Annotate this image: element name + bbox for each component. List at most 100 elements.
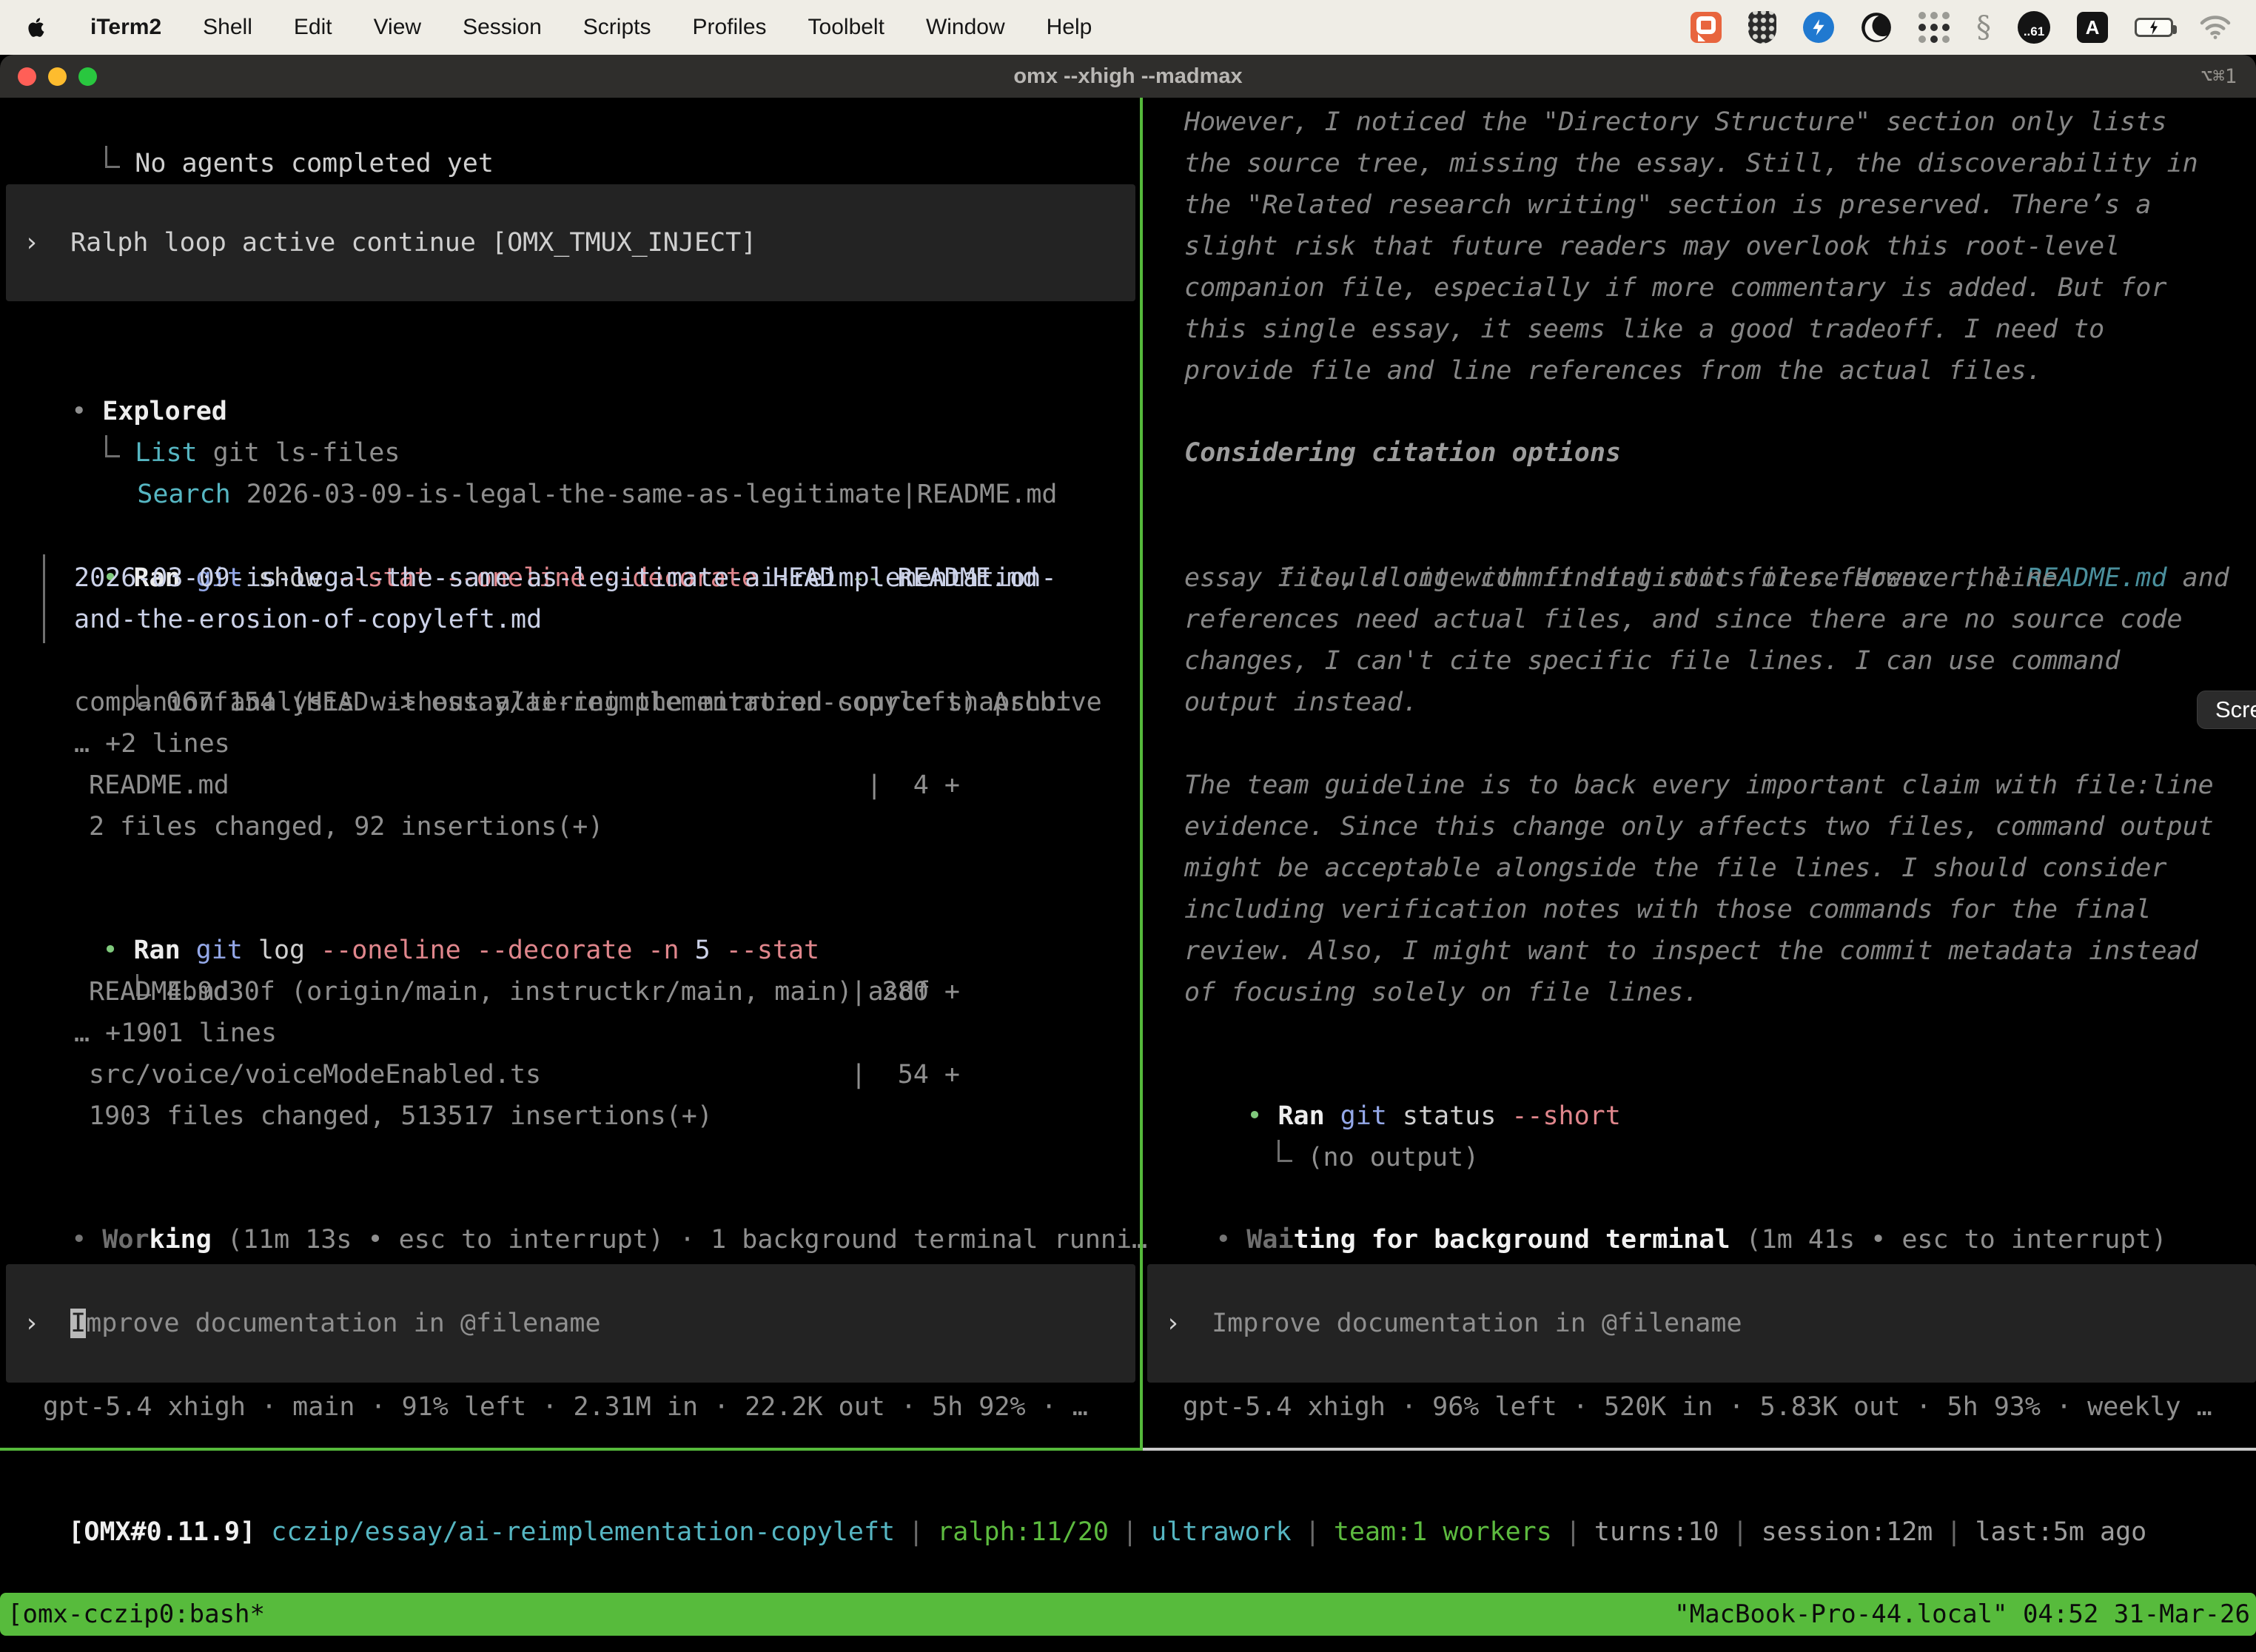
menu-bar-status-icons: § ..61 A	[1691, 10, 2231, 44]
prompt-chevron: ›	[1165, 1309, 1181, 1338]
git-log-summary: 1903 files changed, 513517 insertions(+)	[9, 1095, 1134, 1137]
thinking-text-line: this single essay, it seems like a good …	[1153, 309, 2256, 350]
text-cursor: I	[70, 1309, 86, 1338]
git-log-block: •Rangitlog--oneline--decorate-n5--stat 4…	[9, 888, 1134, 1137]
thinking-text-line: the "Related research writing" section i…	[1153, 184, 2256, 226]
tree-corner-icon	[1278, 1140, 1292, 1162]
git-show-summary: 2 files changed, 92 insertions(+)	[9, 806, 1134, 847]
window-title: omx --xhigh --madmax	[0, 64, 2256, 89]
thinking-text-line: the source tree, missing the essay. Stil…	[1153, 143, 2256, 184]
menu-item-view[interactable]: View	[374, 15, 421, 40]
pane-border-bottom-left	[0, 1448, 1143, 1451]
menu-item-scripts[interactable]: Scripts	[583, 15, 651, 40]
omx-mode: ultrawork	[1151, 1517, 1292, 1547]
thinking-text-line: companion file, especially if more comme…	[1153, 267, 2256, 309]
thinking-paragraph-2: I could cite commit statistics or refere…	[1153, 516, 2256, 723]
bullet-icon: •	[1215, 1219, 1246, 1260]
thinking-text-line: review. Also, I might want to inspect th…	[1153, 930, 2256, 972]
omx-last-activity: last:5m ago	[1975, 1517, 2146, 1547]
thinking-text-line: provide file and line references from th…	[1153, 350, 2256, 392]
thinking-paragraph-3: The team guideline is to back every impo…	[1153, 765, 2256, 1013]
no-agents-line: No agents completed yet	[43, 101, 494, 143]
window-title-bar: omx --xhigh --madmax ⌥⌘1	[0, 55, 2256, 98]
thinking-text-line: evidence. Since this change only affects…	[1153, 806, 2256, 847]
git-log-more-lines: … +1901 lines	[9, 1013, 1134, 1054]
explored-list-line: Listgit ls-files	[43, 391, 400, 432]
git-show-stat-row: README.md| 4 +	[9, 765, 960, 806]
thinking-text-line: The team guideline is to back every impo…	[1153, 765, 2256, 806]
shield-grid-icon[interactable]	[1748, 11, 1776, 44]
thinking-text-line: slight risk that future readers may over…	[1153, 226, 2256, 267]
left-model-status-line: gpt-5.4 xhigh · main · 91% left · 2.31M …	[43, 1386, 1088, 1428]
tree-guide-line	[43, 554, 45, 643]
prompt-chevron: ›	[24, 1309, 39, 1338]
explored-header: •Explored	[9, 349, 227, 391]
menu-item-shell[interactable]: Shell	[203, 15, 252, 40]
thinking-text-line: might be acceptable alongside the file l…	[1153, 847, 2256, 889]
apple-icon[interactable]	[25, 16, 49, 39]
chat-app-icon[interactable]	[1691, 12, 1722, 43]
battery-percent-badge-icon[interactable]: ..61	[2018, 11, 2050, 44]
git-show-output: 067f154 (HEAD -> essay/ai-reimplementati…	[9, 640, 1134, 682]
menu-bar: iTerm2 Shell Edit View Session Scripts P…	[0, 0, 2256, 55]
ralph-loop-text: Ralph loop active continue [OMX_TMUX_INJ…	[70, 228, 756, 258]
tmux-session-window[interactable]: [omx-cczip0:bash*	[7, 1599, 265, 1629]
thinking-text-line: I could cite commit statistics or refere…	[1153, 516, 2256, 557]
git-status-block: •Rangitstatus--short (no output)	[1153, 1054, 2256, 1137]
crescent-icon[interactable]	[1861, 12, 1892, 43]
wifi-icon[interactable]	[2200, 15, 2231, 40]
terminal-content: No agents completed yet › Ralph loop acti…	[0, 98, 2256, 1652]
thinking-text-line: references need actual files, and since …	[1153, 599, 2256, 640]
git-status-command: •Rangitstatus--short	[1153, 1054, 2256, 1095]
omx-turns: turns:10	[1594, 1517, 1719, 1547]
battery-icon[interactable]	[2135, 18, 2173, 37]
tree-corner-icon	[105, 146, 120, 168]
squiggle-icon[interactable]: §	[1976, 10, 1991, 44]
left-prompt-input[interactable]: › Improve documentation in @filename	[6, 1264, 1135, 1383]
git-show-block: •Rangitshow--stat--oneline--decorateHEAD…	[9, 516, 1134, 847]
menu-item-window[interactable]: Window	[926, 15, 1005, 40]
git-show-command: •Rangitshow--stat--oneline--decorateHEAD…	[9, 516, 1134, 557]
input-text: Improve documentation in @filename	[1212, 1309, 1742, 1338]
omx-version-badge: [OMX#0.11.9]	[68, 1517, 255, 1547]
explored-search-line: Search2026-03-09-is-legal-the-same-as-le…	[75, 432, 1057, 474]
bullet-icon: •	[102, 930, 133, 971]
tmux-status-bar: [omx-cczip0:bash* "MacBook-Pro-44.local"…	[0, 1593, 2256, 1636]
omx-project-path: cczip/essay/ai-reimplementation-copyleft	[271, 1517, 895, 1547]
dots-grid-icon[interactable]	[1918, 12, 1950, 43]
bullet-icon: •	[71, 1219, 102, 1260]
waiting-status-line: •Waiting for background terminal (1m 41s…	[1153, 1178, 2167, 1219]
thinking-text-line: output instead.	[1153, 682, 2256, 723]
menu-item-session[interactable]: Session	[463, 15, 542, 40]
bullet-icon: •	[1246, 1095, 1278, 1137]
git-log-stat-row: src/voice/voiceModeEnabled.ts| 54 +	[9, 1054, 960, 1095]
git-show-output: companion analysis without altering the …	[9, 682, 1134, 723]
menu-item-help[interactable]: Help	[1047, 15, 1092, 40]
pane-divider-vertical[interactable]	[1140, 98, 1143, 1449]
blue-bolt-icon[interactable]	[1803, 12, 1834, 43]
pane-border-bottom-right	[1143, 1448, 2256, 1451]
thinking-text-line: changes, I can't cite specific file line…	[1153, 640, 2256, 682]
right-model-status-line: gpt-5.4 xhigh · 96% left · 520K in · 5.8…	[1183, 1386, 2212, 1428]
omx-ralph-counter: ralph:11/20	[937, 1517, 1109, 1547]
working-status-line: •Working (11m 13s • esc to interrupt) · …	[9, 1178, 1147, 1219]
ralph-loop-box[interactable]: › Ralph loop active continue [OMX_TMUX_IN…	[6, 184, 1135, 301]
menu-item-profiles[interactable]: Profiles	[692, 15, 766, 40]
git-log-command: •Rangitlog--oneline--decorate-n5--stat	[9, 888, 1134, 930]
omx-status-line: [OMX#0.11.9] cczip/essay/ai-reimplementa…	[6, 1470, 2146, 1511]
menu-item-edit[interactable]: Edit	[294, 15, 332, 40]
window-shortcut-badge: ⌥⌘1	[2200, 65, 2237, 88]
keyboard-layout-icon[interactable]: A	[2077, 12, 2108, 43]
screen-overlay-button[interactable]: Scre	[2197, 691, 2256, 729]
tmux-host-clock: "MacBook-Pro-44.local" 04:52 31-Mar-26	[1674, 1599, 2250, 1629]
omx-session-time: session:12m	[1762, 1517, 1933, 1547]
git-show-more-lines: … +2 lines	[9, 723, 1134, 765]
git-show-arg-wrap: 2026-03-09-is-legal-the-same-as-legitima…	[9, 557, 1134, 599]
thinking-paragraph-1: However, I noticed the "Directory Struct…	[1153, 101, 2256, 392]
menu-item-toolbelt[interactable]: Toolbelt	[808, 15, 884, 40]
right-prompt-input[interactable]: › Improve documentation in @filename	[1147, 1264, 2256, 1383]
input-text: mprove documentation in @filename	[86, 1309, 600, 1338]
prompt-chevron: ›	[24, 228, 39, 258]
thinking-text-line: However, I noticed the "Directory Struct…	[1153, 101, 2256, 143]
menu-item-iterm2[interactable]: iTerm2	[90, 15, 161, 40]
